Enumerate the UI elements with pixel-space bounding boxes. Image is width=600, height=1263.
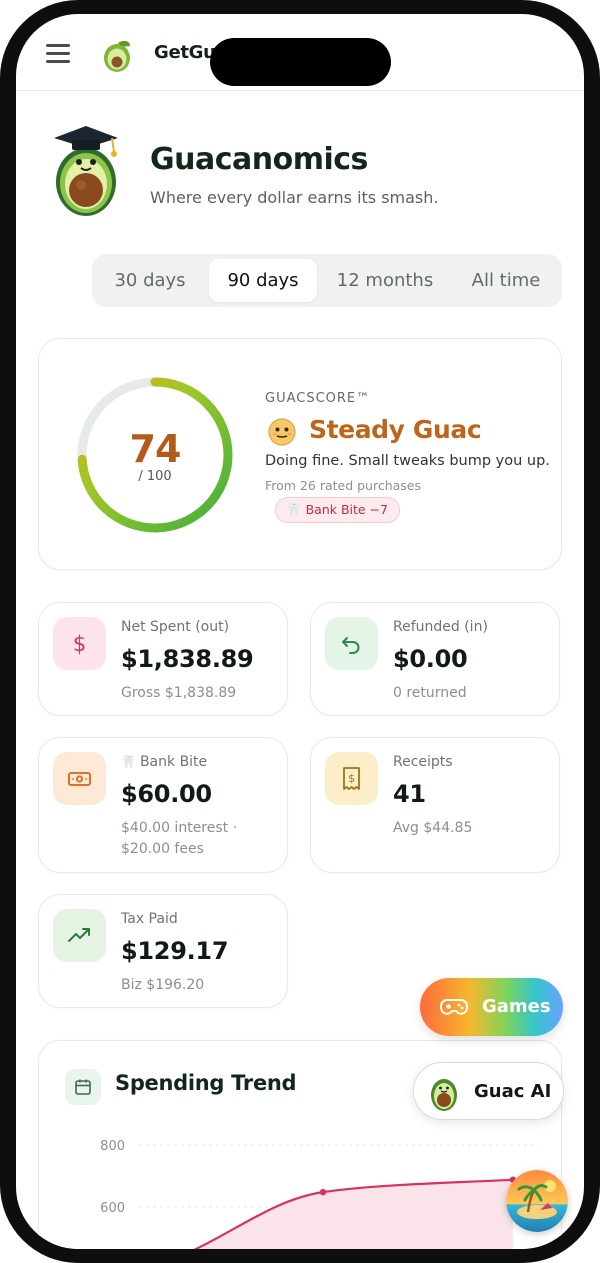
camera-notch bbox=[210, 38, 391, 86]
receipts-label: Receipts bbox=[393, 754, 453, 770]
score-source: From 26 rated purchases bbox=[265, 478, 422, 493]
refunded-label: Refunded (in) bbox=[393, 619, 488, 635]
undo-icon-tile bbox=[325, 617, 378, 670]
guac-ai-button-label: Guac AI bbox=[474, 1081, 552, 1102]
avocado-icon bbox=[431, 1079, 457, 1111]
bank-bite-chip-label: Bank Bite −7 bbox=[305, 502, 388, 517]
y-tick-label: 600 bbox=[100, 1201, 125, 1216]
tax-paid-card[interactable]: Tax Paid $129.17 Biz $196.20 bbox=[38, 894, 288, 1008]
dollar-icon: $ bbox=[73, 632, 86, 656]
bank-bite-breakdown: $40.00 interest · $20.00 fees bbox=[121, 818, 281, 860]
bank-bite-chip[interactable]: 🦷 Bank Bite −7 bbox=[275, 497, 400, 523]
receipt-icon-tile: $ bbox=[325, 752, 378, 805]
svg-text:$: $ bbox=[348, 772, 355, 785]
app-screen: GetGua Guacanomics Where every dollar ea… bbox=[16, 14, 584, 1249]
receipt-icon: $ bbox=[343, 767, 360, 790]
tab-all-time[interactable]: All time bbox=[456, 259, 556, 302]
phone-frame: GetGua Guacanomics Where every dollar ea… bbox=[0, 0, 600, 1263]
tax-paid-label: Tax Paid bbox=[121, 911, 178, 927]
score-label: GUACSCORE™ bbox=[265, 391, 371, 406]
guac-ai-button[interactable]: Guac AI bbox=[413, 1062, 564, 1120]
games-button[interactable]: Games bbox=[420, 978, 563, 1036]
tax-paid-value: $129.17 bbox=[121, 937, 229, 965]
graduate-avocado-icon bbox=[54, 126, 118, 216]
smiley-icon bbox=[268, 418, 296, 446]
trend-point bbox=[319, 1188, 327, 1196]
tab-12-months[interactable]: 12 months bbox=[328, 259, 442, 302]
period-tabs: 30 days 90 days 12 months All time bbox=[92, 254, 562, 307]
undo-icon bbox=[342, 637, 360, 654]
beach-island-button[interactable] bbox=[506, 1170, 568, 1232]
games-button-label: Games bbox=[482, 996, 551, 1017]
guacscore-card: 74 / 100 GUACSCORE™ Steady Guac Doing fi… bbox=[38, 338, 562, 570]
net-spent-label: Net Spent (out) bbox=[121, 619, 230, 635]
cash-icon bbox=[68, 772, 91, 786]
trend-up-icon bbox=[68, 928, 90, 942]
score-description: Doing fine. Small tweaks bump you up. bbox=[265, 453, 550, 469]
net-spent-card[interactable]: $ Net Spent (out) $1,838.89 Gross $1,838… bbox=[38, 602, 288, 716]
score-status: Steady Guac bbox=[309, 415, 482, 444]
gamepad-icon bbox=[440, 999, 468, 1015]
avocado-logo-icon bbox=[104, 40, 130, 72]
y-tick-label: 800 bbox=[100, 1139, 125, 1154]
tab-30-days[interactable]: 30 days bbox=[100, 259, 200, 302]
page-subtitle: Where every dollar earns its smash. bbox=[150, 188, 439, 207]
trend-up-icon-tile bbox=[53, 909, 106, 962]
net-spent-value: $1,838.89 bbox=[121, 645, 254, 673]
bank-bite-card[interactable]: 🦷 Bank Bite $60.00 $40.00 interest · $20.0… bbox=[38, 737, 288, 873]
receipts-card[interactable]: $ Receipts 41 Avg $44.85 bbox=[310, 737, 560, 873]
bank-bite-interest: $40.00 interest · bbox=[121, 820, 238, 836]
page-title: Guacanomics bbox=[150, 142, 368, 177]
net-spent-gross: Gross $1,838.89 bbox=[121, 685, 237, 701]
refunded-returned: 0 returned bbox=[393, 685, 467, 701]
score-value: 74 bbox=[129, 427, 182, 471]
tab-90-days[interactable]: 90 days bbox=[209, 259, 317, 302]
svg-text:$: $ bbox=[73, 632, 86, 656]
refunded-card[interactable]: Refunded (in) $0.00 0 returned bbox=[310, 602, 560, 716]
bank-bite-label-row: 🦷 Bank Bite bbox=[121, 754, 207, 770]
menu-icon[interactable] bbox=[46, 44, 70, 64]
dollar-icon-tile: $ bbox=[53, 617, 106, 670]
bank-bite-label: Bank Bite bbox=[139, 754, 208, 770]
tax-paid-biz: Biz $196.20 bbox=[121, 977, 205, 993]
refunded-value: $0.00 bbox=[393, 645, 468, 673]
receipts-count: 41 bbox=[393, 780, 426, 808]
bank-bite-fees: $20.00 fees bbox=[121, 841, 204, 857]
cash-icon-tile bbox=[53, 752, 106, 805]
receipts-average: Avg $44.85 bbox=[393, 820, 473, 836]
score-max: / 100 bbox=[138, 469, 172, 484]
tooth-icon: 🦷 bbox=[286, 502, 302, 517]
tooth-icon: 🦷 bbox=[121, 755, 136, 769]
beach-island-icon bbox=[506, 1170, 568, 1232]
bank-bite-value: $60.00 bbox=[121, 780, 212, 808]
